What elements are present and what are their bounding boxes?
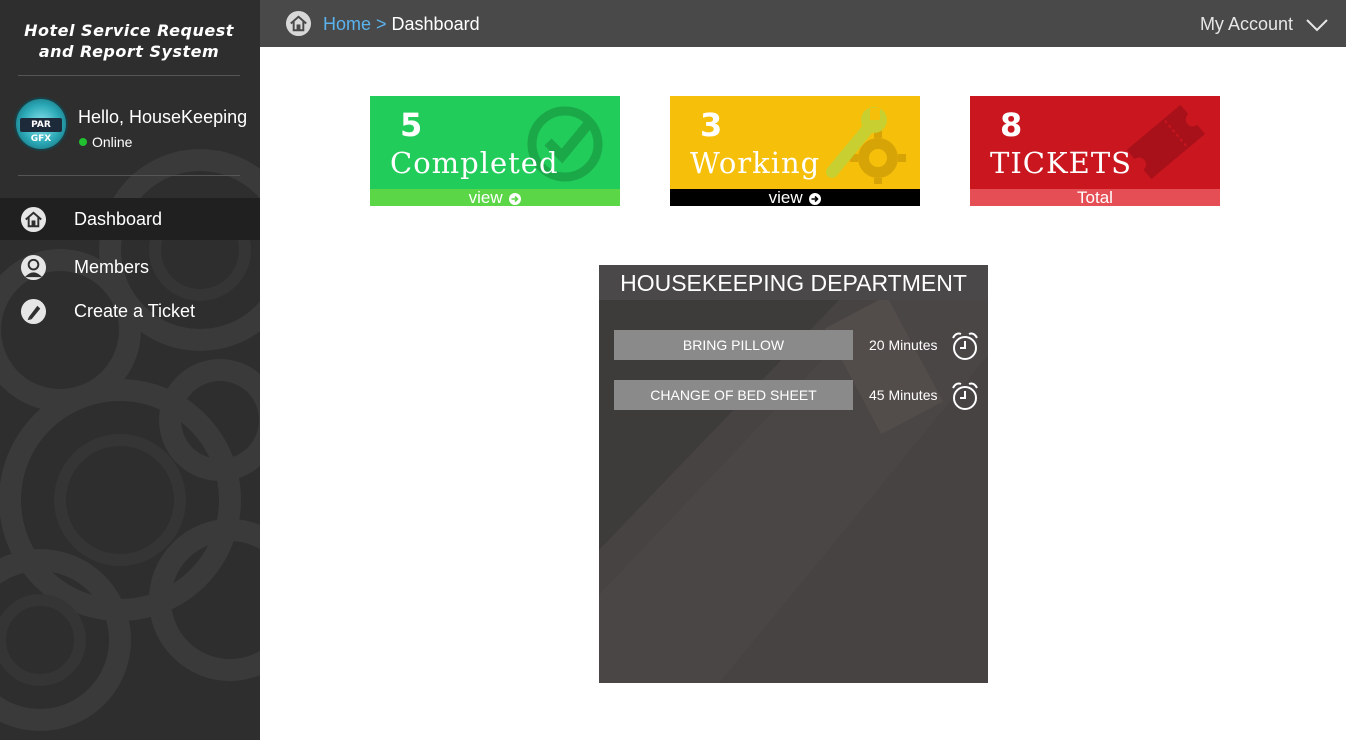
tickets-label: TICKETS [990, 146, 1133, 180]
home-icon[interactable] [285, 10, 312, 37]
divider [18, 75, 240, 76]
arrow-circle-right-icon [809, 192, 822, 205]
tickets-count: 8 [1000, 106, 1023, 144]
request-row: BRING PILLOW 20 Minutes [614, 330, 984, 360]
ticket-icon [1126, 104, 1205, 180]
alarm-clock-icon [952, 332, 978, 360]
breadcrumb-separator: > [371, 14, 392, 34]
wrench-gear-icon [826, 107, 906, 184]
sidebar-item-members[interactable]: Members [0, 246, 260, 288]
brand-line-2: and Report System [38, 42, 220, 61]
sidebar: Hotel Service Request and Report System … [0, 0, 260, 740]
breadcrumb-current: Dashboard [391, 14, 480, 34]
avatar: PAR GFX [14, 97, 68, 151]
request-duration: 20 Minutes [869, 337, 938, 353]
divider [18, 175, 240, 176]
tickets-total-label: Total [970, 189, 1220, 206]
user-greeting: Hello, HouseKeeping [78, 107, 248, 127]
alarm-clock-icon [952, 382, 978, 410]
avatar-logo-text: PAR GFX [20, 118, 62, 144]
user-status: Online [92, 134, 133, 150]
sidebar-item-create-ticket[interactable]: Create a Ticket [0, 290, 260, 332]
brand-line-1: Hotel Service Request [24, 21, 234, 40]
working-count: 3 [700, 106, 723, 144]
chevron-down-icon [1306, 19, 1328, 32]
working-view-link[interactable]: view [670, 189, 920, 206]
panel-background-image [599, 295, 988, 683]
request-row: CHANGE OF BED SHEET 45 Minutes [614, 380, 984, 410]
department-title: HOUSEKEEPING DEPARTMENT [620, 270, 967, 296]
panel-header: HOUSEKEEPING DEPARTMENT [599, 265, 988, 300]
view-label: view [768, 188, 803, 206]
completed-view-link[interactable]: view [370, 189, 620, 206]
my-account-menu[interactable]: My Account [1200, 14, 1328, 35]
my-account-label: My Account [1199, 14, 1293, 34]
completed-count: 5 [400, 106, 423, 144]
home-icon [20, 206, 47, 233]
request-button-change-of-bed-sheet[interactable]: CHANGE OF BED SHEET [614, 380, 853, 410]
request-duration: 45 Minutes [869, 387, 938, 403]
user-panel: PAR GFX Hello, HouseKeeping Online [14, 97, 254, 155]
app-brand: Hotel Service Request and Report System [18, 20, 240, 62]
online-status-dot [79, 138, 87, 146]
user-icon [20, 254, 47, 281]
sidebar-item-label: Dashboard [74, 209, 163, 229]
sidebar-item-dashboard[interactable]: Dashboard [0, 198, 260, 240]
sidebar-item-label: Create a Ticket [74, 301, 196, 321]
request-button-bring-pillow[interactable]: BRING PILLOW [614, 330, 853, 360]
breadcrumb: Home > Dashboard [323, 14, 480, 35]
top-bar: Home > Dashboard My Account [260, 0, 1346, 47]
tickets-card: 8 TICKETS Total [970, 96, 1220, 206]
arrow-circle-right-icon [509, 192, 522, 205]
breadcrumb-home-link[interactable]: Home [323, 14, 371, 34]
working-label: Working [690, 146, 821, 180]
working-card: 3 Working view [670, 96, 920, 206]
sidebar-nav: Dashboard Members Create a Ticket [0, 198, 260, 332]
pen-icon [20, 298, 47, 325]
housekeeping-department-panel: HOUSEKEEPING DEPARTMENT BRING PILLOW 20 … [599, 265, 988, 683]
view-label: view [468, 188, 503, 206]
completed-card: 5 Completed view [370, 96, 620, 206]
sidebar-item-label: Members [74, 257, 150, 277]
completed-label: Completed [390, 146, 559, 180]
